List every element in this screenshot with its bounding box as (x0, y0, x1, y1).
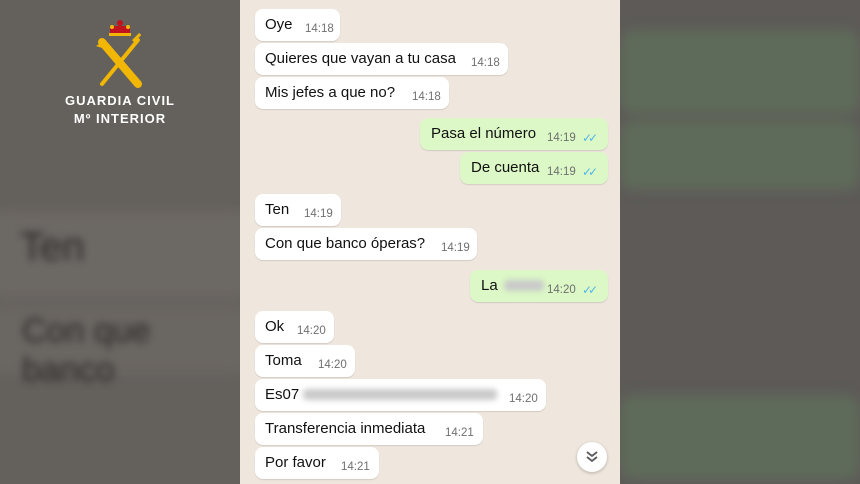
read-ticks-icon: ✓✓ (582, 283, 598, 297)
message-text: Mis jefes a que no? (265, 84, 396, 101)
incoming-message[interactable]: Ten 14:19 (255, 194, 341, 226)
message-text: Es07 (265, 386, 300, 403)
message-text: Oye (265, 16, 293, 33)
message-text: Pasa el número (431, 125, 537, 142)
message-time: 14:20 (509, 393, 538, 405)
incoming-message[interactable]: Oye 14:18 (255, 9, 340, 41)
message-text: Ok (265, 318, 285, 335)
message-time: 14:19 (547, 132, 576, 144)
message-text: Quieres que vayan a tu casa (265, 50, 456, 67)
incoming-message[interactable]: Ok 14:20 (255, 311, 334, 343)
message-text: Por favor (265, 454, 326, 471)
incoming-message[interactable]: Con que banco óperas? 14:19 (255, 228, 477, 260)
incoming-message[interactable]: Transferencia inmediata 14:21 (255, 413, 483, 445)
incoming-message[interactable]: Es07 14:20 (255, 379, 546, 411)
incoming-message[interactable]: Quieres que vayan a tu casa 14:18 (255, 43, 508, 75)
guardia-civil-logo: GUARDIA CIVIL Mº INTERIOR (40, 18, 200, 128)
outgoing-message[interactable]: La 14:20 ✓✓ (470, 270, 608, 302)
message-time: 14:19 (441, 242, 470, 254)
blurred-text: Ten (20, 225, 85, 269)
message-time: 14:18 (412, 91, 441, 103)
read-ticks-icon: ✓✓ (582, 131, 598, 145)
blurred-bubble (620, 395, 860, 480)
blurred-bubble (620, 120, 860, 190)
message-time: 14:19 (304, 208, 333, 220)
outgoing-message[interactable]: Pasa el número 14:19 ✓✓ (420, 118, 608, 150)
message-time: 14:20 (297, 325, 326, 337)
redacted-text (504, 280, 544, 291)
message-time: 14:21 (445, 427, 474, 439)
incoming-message[interactable]: Por favor 14:21 (255, 447, 379, 479)
message-text: Toma (265, 352, 302, 369)
message-time: 14:20 (318, 359, 347, 371)
read-ticks-icon: ✓✓ (582, 165, 598, 179)
message-time: 14:21 (341, 461, 370, 473)
message-text: La (481, 277, 498, 294)
message-time: 14:19 (547, 166, 576, 178)
brand-line-2: Mº INTERIOR (73, 111, 167, 126)
incoming-message[interactable]: Toma 14:20 (255, 345, 355, 377)
blurred-background-right (620, 0, 860, 484)
redacted-text (303, 389, 497, 400)
message-text: De cuenta (471, 159, 540, 176)
scroll-to-bottom-button[interactable] (577, 442, 607, 472)
incoming-message[interactable]: Mis jefes a que no? 14:18 (255, 77, 449, 109)
guardia-civil-emblem-icon (96, 20, 142, 88)
message-time: 14:18 (305, 23, 334, 35)
brand-line-1: GUARDIA CIVIL (64, 93, 176, 108)
blurred-text: Con que banco (22, 312, 151, 389)
message-text: Ten (265, 201, 290, 218)
message-time: 14:20 (547, 284, 576, 296)
outgoing-message[interactable]: De cuenta 14:19 ✓✓ (460, 152, 608, 184)
double-chevron-down-icon (586, 451, 598, 463)
blurred-bubble (620, 30, 860, 115)
chat-conversation[interactable]: Oye 14:18 Quieres que vayan a tu casa 14… (240, 0, 620, 484)
message-text: Transferencia inmediata (265, 420, 426, 437)
message-text: Con que banco óperas? (265, 235, 426, 252)
message-time: 14:18 (471, 57, 500, 69)
